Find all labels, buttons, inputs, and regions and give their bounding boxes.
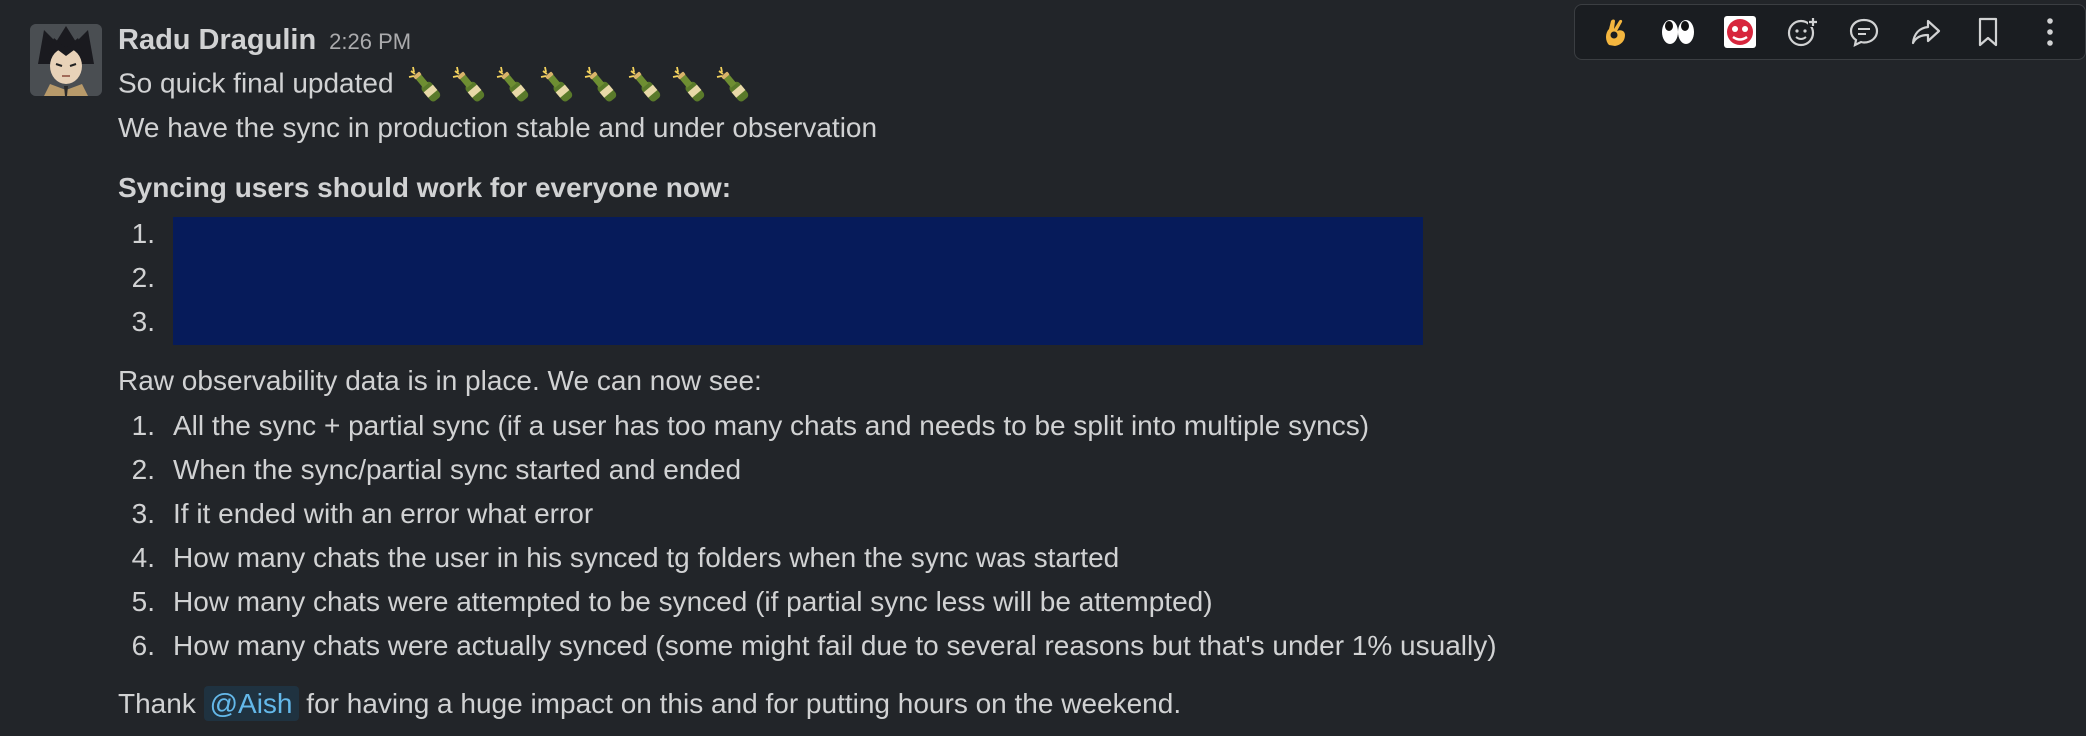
eyes-emoji-button[interactable] (1647, 7, 1709, 57)
list-number: 4. (131, 542, 155, 573)
list-item: 6. How many chats were actually synced (s… (118, 628, 1497, 672)
message-text: Thank (118, 688, 196, 719)
bottle-with-popping-cork-icon (585, 66, 617, 102)
bottle-with-popping-cork-icon (717, 66, 749, 102)
bottle-with-popping-cork-icon (497, 66, 529, 102)
message-line-1: So quick final updated (118, 65, 755, 105)
list-item: 1. (118, 216, 173, 260)
list-number: 3. (131, 306, 155, 337)
list-item: 2. (118, 260, 173, 304)
list-item-text: When the sync/partial sync started and e… (173, 454, 742, 485)
message-actions-toolbar (1574, 4, 2086, 60)
add-reaction-icon (1787, 17, 1818, 47)
user-mention[interactable]: @Aish (203, 686, 299, 721)
avatar[interactable] (30, 24, 102, 96)
message-line-2: We have the sync in production stable an… (118, 110, 877, 146)
custom-emoji-icon (1724, 16, 1756, 48)
add-reaction-button[interactable] (1771, 7, 1833, 57)
redacted-list: 1. 2. 3. (118, 216, 173, 348)
syncing-heading: Syncing users should work for everyone n… (118, 172, 732, 203)
list-number: 3. (131, 498, 155, 529)
forward-button[interactable] (1895, 7, 1957, 57)
list-number: 6. (131, 630, 155, 661)
author-name[interactable]: Radu Dragulin (118, 24, 316, 57)
custom-emoji-button[interactable] (1709, 7, 1771, 57)
list-number: 1. (131, 218, 155, 249)
list-item: 5. How many chats were attempted to be sy… (118, 584, 1497, 628)
emoji-row (407, 65, 755, 105)
message-text: for having a huge impact on this and for… (306, 688, 1182, 719)
message: Radu Dragulin 2:26 PM So quick final upd… (0, 4, 2086, 736)
list-item: 2. When the sync/partial sync started and… (118, 452, 1497, 496)
forward-icon (1911, 19, 1941, 45)
thanks-line: Thank @Aish for having a huge impact on … (118, 686, 1181, 722)
bottle-with-popping-cork-icon (453, 66, 485, 102)
list-item-text: If it ended with an error what error (173, 498, 594, 529)
bottle-with-popping-cork-icon (673, 66, 705, 102)
message-text: We have the sync in production stable an… (118, 112, 878, 143)
message-header: Radu Dragulin 2:26 PM (118, 24, 411, 58)
list-number: 2. (131, 262, 155, 293)
reply-in-thread-button[interactable] (1833, 7, 1895, 57)
message-text: So quick final updated (118, 67, 394, 99)
reply-in-thread-icon (1849, 18, 1879, 47)
bookmark-icon (1978, 17, 1998, 47)
list-number: 2. (131, 454, 155, 485)
observability-list: 1. All the sync + partial sync (if a user… (118, 408, 1497, 672)
more-actions-button[interactable] (2019, 7, 2081, 57)
ok-hand-emoji-button[interactable] (1585, 7, 1647, 57)
redaction-block (173, 217, 1423, 345)
ok-hand-emoji-icon (1606, 19, 1625, 46)
observability-intro: Raw observability data is in place. We c… (118, 365, 762, 396)
list-item: 3. If it ended with an error what error (118, 496, 1497, 540)
list-number: 5. (131, 586, 155, 617)
list-item-text: How many chats were actually synced (som… (173, 630, 1497, 661)
eyes-emoji-icon (1662, 20, 1694, 44)
save-for-later-button[interactable] (1957, 7, 2019, 57)
bottle-with-popping-cork-icon (629, 66, 661, 102)
list-item: 4. How many chats the user in his synced … (118, 540, 1497, 584)
list-number: 1. (131, 410, 155, 441)
list-item: 3. (118, 304, 173, 348)
list-item-text: All the sync + partial sync (if a user h… (173, 410, 1370, 441)
list-item: 1. All the sync + partial sync (if a user… (118, 408, 1497, 452)
list-item-text: How many chats were attempted to be sync… (173, 586, 1213, 617)
list-item-text: How many chats the user in his synced tg… (173, 542, 1120, 573)
more-actions-icon (2047, 18, 2053, 46)
bottle-with-popping-cork-icon (541, 66, 573, 102)
message-timestamp[interactable]: 2:26 PM (329, 29, 411, 55)
bottle-with-popping-cork-icon (409, 66, 441, 102)
